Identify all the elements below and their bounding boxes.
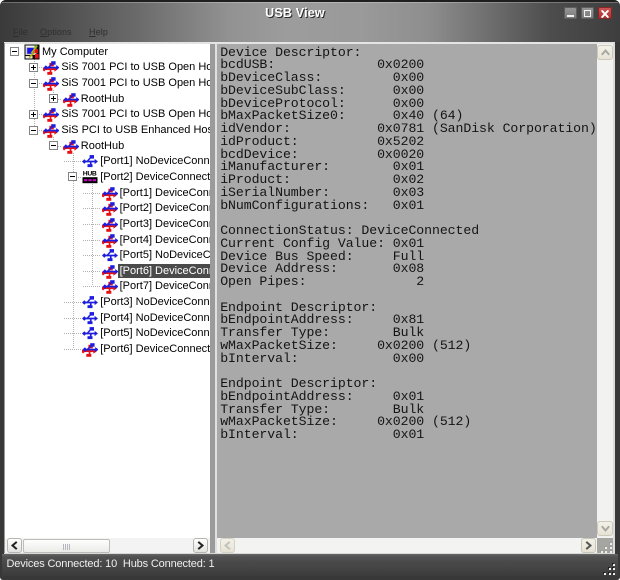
svg-text:HUB: HUB [83,170,97,177]
